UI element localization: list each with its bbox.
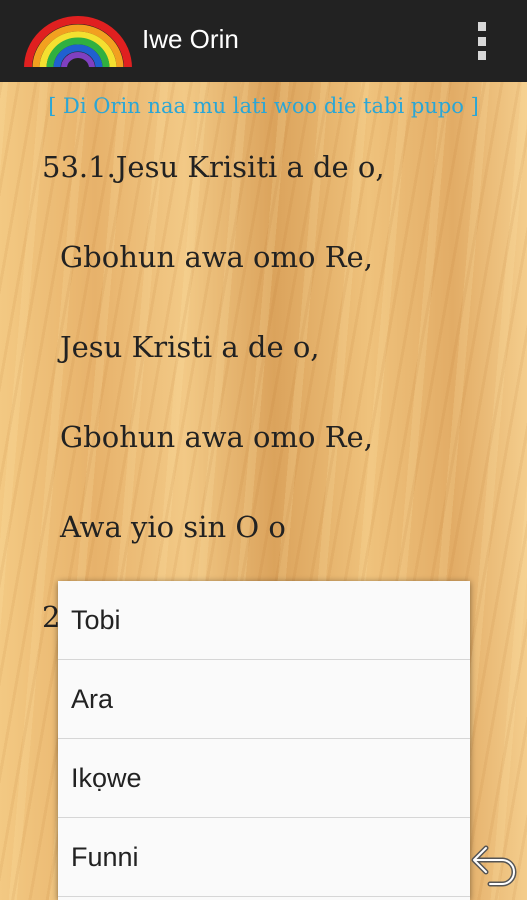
hymn-line: Gbohun awa omo Re, bbox=[60, 240, 373, 274]
hymn-line: Jesu Kristi a de o, bbox=[60, 330, 320, 364]
action-bar: Iwe Orin bbox=[0, 0, 527, 82]
hymn-line: 53.1.Jesu Krisiti a de o, bbox=[42, 150, 385, 184]
church-logo-icon[interactable] bbox=[20, 12, 136, 72]
menu-item-funni[interactable]: Funni bbox=[58, 818, 470, 897]
hymn-subtitle: [ Di Orin naa mu lati woo die tabi pupo … bbox=[48, 94, 479, 118]
menu-item-tobi[interactable]: Tobi bbox=[58, 581, 470, 660]
overflow-menu-icon[interactable] bbox=[470, 22, 494, 60]
back-arrow-icon[interactable] bbox=[466, 836, 520, 890]
app-title: Iwe Orin bbox=[142, 24, 239, 54]
overflow-menu-popup: Tobi Ara Ikọwe Funni bbox=[58, 581, 470, 900]
menu-item-ikowe[interactable]: Ikọwe bbox=[58, 739, 470, 818]
hymn-line: Awa yio sin O o bbox=[60, 510, 286, 544]
menu-item-ara[interactable]: Ara bbox=[58, 660, 470, 739]
hymn-line: Gbohun awa omo Re, bbox=[60, 420, 373, 454]
